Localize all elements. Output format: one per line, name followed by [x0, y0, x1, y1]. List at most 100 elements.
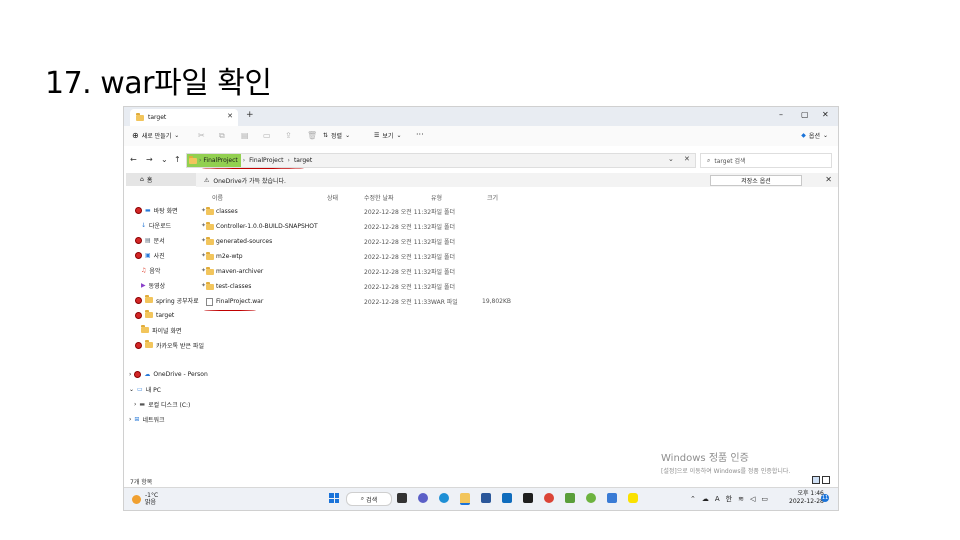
sidebar-item-kakaotalk[interactable]: 카카오톡 받은 파일	[135, 339, 204, 351]
file-name: m2e-wtp	[216, 253, 243, 260]
close-icon[interactable]: ✕	[825, 175, 832, 184]
sync-error-icon	[135, 311, 142, 319]
close-tab-icon[interactable]: ✕	[227, 112, 233, 120]
sidebar-item-onedrive[interactable]: › ☁ OneDrive - Person	[129, 368, 208, 380]
column-header-modified[interactable]: 수정한 날짜	[364, 193, 394, 202]
sync-error-icon	[135, 236, 142, 244]
column-header-type[interactable]: 유형	[431, 193, 442, 202]
sidebar-item-documents[interactable]: ▤ 문서 ✦	[135, 234, 206, 246]
clock[interactable]: 오후 1:46 2022-12-28	[789, 490, 824, 506]
chevron-down-icon: ⌄	[345, 132, 351, 139]
rename-icon[interactable]: ▭	[263, 131, 271, 140]
ime-language[interactable]: 한	[726, 494, 732, 504]
sidebar-item-this-pc[interactable]: ⌄ ▭ 내 PC	[129, 383, 161, 395]
activation-watermark: Windows 정품 인증 [설정]으로 이동하여 Windows를 정품 인증…	[661, 449, 790, 475]
search-box[interactable]: ⌕ target 검색	[700, 153, 832, 168]
file-date: 2022-12-28 오전 11:32	[364, 254, 432, 261]
new-tab-icon[interactable]: +	[246, 110, 254, 120]
options-button[interactable]: ◆ 옵션 ⌄	[801, 131, 828, 140]
share-icon[interactable]: ⇪	[285, 131, 292, 140]
notepad-icon[interactable]	[565, 493, 575, 503]
breadcrumb-item[interactable]: FinalProject	[247, 157, 285, 164]
weather-widget[interactable]: -1°C 맑음	[132, 492, 158, 506]
column-header-size[interactable]: 크기	[487, 193, 498, 202]
chevron-up-icon[interactable]: ⌃	[690, 495, 696, 503]
close-button[interactable]: ✕	[822, 110, 829, 119]
address-bar[interactable]: › FinalProject › FinalProject › target	[186, 153, 696, 168]
clear-address-icon[interactable]: ✕	[684, 155, 690, 163]
column-header-name[interactable]: 이름	[212, 193, 223, 202]
delete-icon[interactable]: 🗑	[307, 131, 317, 140]
sidebar-item-local-disk[interactable]: › ▬ 로컬 디스크 (C:)	[134, 398, 190, 410]
sync-error-icon	[135, 251, 142, 259]
onedrive-banner: ⚠ OneDrive가 가득 찼습니다. 저장소 옵션 ✕	[196, 173, 838, 187]
paste-icon[interactable]: ▤	[241, 131, 249, 140]
video-icon: ▶	[141, 281, 146, 289]
file-explorer-window: target ✕ + – ▢ ✕ ⊕ 새로 만들기 ⌄ ✂ ⧉ ▤ ▭ ⇪ 🗑 …	[123, 106, 839, 511]
onedrive-tray-icon[interactable]: ☁	[702, 495, 709, 503]
file-type: 파일 폴더	[431, 224, 455, 231]
back-icon[interactable]: ←	[130, 155, 137, 164]
terminal-icon[interactable]	[523, 493, 533, 503]
sidebar-item-music[interactable]: ♫ 음악 ✦	[141, 264, 206, 276]
store-icon[interactable]	[481, 493, 491, 503]
watermark-subtitle: [설정]으로 이동하여 Windows를 정품 인증합니다.	[661, 468, 791, 475]
weather-text: 맑음	[145, 499, 157, 506]
file-type: 파일 폴더	[431, 239, 455, 246]
sidebar-item-home[interactable]: ⌂ 홈	[126, 173, 196, 186]
file-explorer-icon[interactable]	[460, 493, 470, 505]
minimize-button[interactable]: –	[779, 110, 783, 119]
chat-icon[interactable]	[418, 493, 428, 503]
taskbar-search[interactable]: ⌕ 검색	[346, 492, 392, 506]
tab-target[interactable]: target ✕	[130, 109, 238, 126]
sidebar-item-network[interactable]: › ⊞ 네트워크	[129, 413, 165, 425]
sidebar-item-desktop[interactable]: ▬ 바탕 화면 ✦	[135, 204, 206, 216]
phone-link-icon[interactable]	[607, 493, 617, 503]
new-button[interactable]: ⊕ 새로 만들기 ⌄	[132, 131, 179, 140]
folder-icon	[145, 295, 153, 303]
breadcrumb-item[interactable]: target	[292, 157, 314, 164]
mail-icon[interactable]	[502, 493, 512, 503]
view-label: 보기	[382, 133, 394, 140]
copy-icon[interactable]: ⧉	[219, 131, 225, 141]
notification-badge[interactable]: 11	[821, 494, 829, 502]
storage-options-button[interactable]: 저장소 옵션	[710, 175, 802, 186]
plus-circle-icon: ⊕	[132, 131, 139, 140]
sidebar-item-videos[interactable]: ▶ 동영상 ✦	[141, 279, 206, 291]
file-type: 파일 폴더	[431, 284, 455, 291]
view-icon: ☰	[374, 132, 380, 139]
start-icon[interactable]	[329, 493, 339, 503]
file-date: 2022-12-28 오전 11:33	[364, 299, 432, 306]
recent-chevron-icon[interactable]: ⌄	[161, 155, 168, 164]
sidebar-item-target[interactable]: target	[135, 309, 174, 321]
sidebar-item-final-screen[interactable]: 파이널 화면	[141, 324, 182, 336]
music-icon: ♫	[141, 266, 147, 274]
ime-mode[interactable]: A	[715, 495, 720, 503]
breadcrumb-item[interactable]: FinalProject	[203, 157, 237, 164]
up-icon[interactable]: ↑	[174, 155, 181, 164]
cut-icon[interactable]: ✂	[198, 131, 205, 140]
view-button[interactable]: ☰ 보기 ⌄	[374, 131, 401, 140]
details-view-icon[interactable]	[812, 476, 820, 484]
battery-icon[interactable]: ▭	[761, 495, 768, 503]
edge-icon[interactable]	[439, 493, 449, 503]
breadcrumb-root[interactable]: › FinalProject	[187, 154, 241, 167]
sort-button[interactable]: ⇅ 정렬 ⌄	[323, 131, 350, 140]
kakaotalk-icon[interactable]	[628, 493, 638, 503]
speaker-icon[interactable]: ◁	[750, 495, 755, 503]
chrome-icon[interactable]	[544, 493, 554, 503]
sidebar-item-pictures[interactable]: ▣ 사진 ✦	[135, 249, 206, 261]
wifi-icon[interactable]: ≋	[738, 495, 744, 503]
task-view-icon[interactable]	[397, 493, 407, 503]
sort-icon: ⇅	[323, 132, 329, 139]
sidebar-item-downloads[interactable]: ↓ 다운로드 ✦	[141, 219, 206, 231]
sidebar-item-spring[interactable]: spring 공부자료	[135, 294, 199, 306]
maximize-button[interactable]: ▢	[801, 110, 809, 119]
sync-error-icon	[135, 296, 142, 304]
address-history-icon[interactable]: ⌄	[668, 155, 674, 163]
column-header-status[interactable]: 상태	[327, 193, 338, 202]
tiles-view-icon[interactable]	[822, 476, 830, 484]
spring-tool-icon[interactable]	[586, 493, 596, 503]
forward-icon[interactable]: →	[146, 155, 153, 164]
more-options-button[interactable]: ···	[416, 130, 424, 139]
